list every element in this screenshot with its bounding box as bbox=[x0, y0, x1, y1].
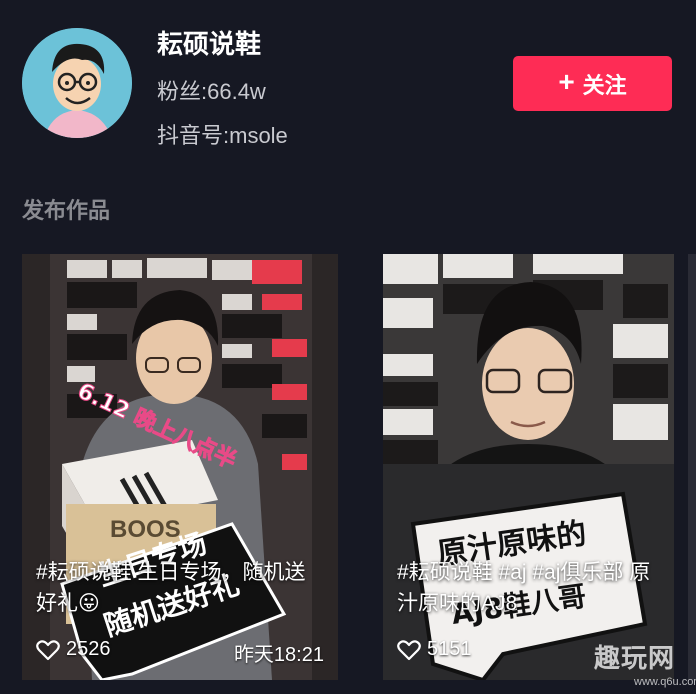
douyin-id: 抖音号:msole bbox=[157, 123, 288, 148]
section-title: 发布作品 bbox=[22, 198, 111, 223]
heart-icon bbox=[397, 639, 421, 660]
avatar[interactable] bbox=[22, 28, 132, 138]
watermark-logo: 趣玩网 www.q6u.com bbox=[586, 636, 696, 694]
profile-header: 耘硕说鞋 粉丝:66.4w 抖音号:msole + 关注 bbox=[0, 0, 696, 180]
plus-icon: + bbox=[558, 66, 575, 97]
like-count-value: 5151 bbox=[427, 638, 472, 660]
like-count-value: 2526 bbox=[66, 638, 111, 660]
like-count: 2526 bbox=[36, 638, 111, 661]
follow-label: 关注 bbox=[582, 72, 627, 98]
heart-icon bbox=[36, 639, 60, 660]
watermark-url: www.q6u.com bbox=[634, 676, 696, 688]
video-caption: #耘硕说鞋 #aj #aj俱乐部 原汁原味的AJ8 bbox=[397, 561, 651, 615]
watermark-text: 趣玩网 bbox=[594, 643, 676, 673]
fans-count: 粉丝:66.4w bbox=[157, 79, 266, 104]
profile-name: 耘硕说鞋 bbox=[157, 29, 262, 59]
video-card[interactable]: 原汁原味的 AJ8鞋八哥 #耘硕说鞋 #aj #aj俱乐部 原汁原味的AJ8 5… bbox=[383, 254, 674, 680]
next-video-card-edge[interactable] bbox=[688, 254, 696, 680]
like-count: 5151 bbox=[397, 638, 472, 661]
video-card[interactable]: BOOS 6.12 晚上八点半 生日专场 随机送好礼 #耘硕说鞋 生日专场，随机… bbox=[22, 254, 338, 680]
follow-button[interactable]: + 关注 bbox=[513, 56, 672, 111]
post-time: 昨天18:21 bbox=[233, 644, 324, 666]
video-caption: #耘硕说鞋 生日专场，随机送好礼😛 bbox=[36, 561, 306, 615]
avatar-cartoon-icon bbox=[22, 28, 132, 138]
